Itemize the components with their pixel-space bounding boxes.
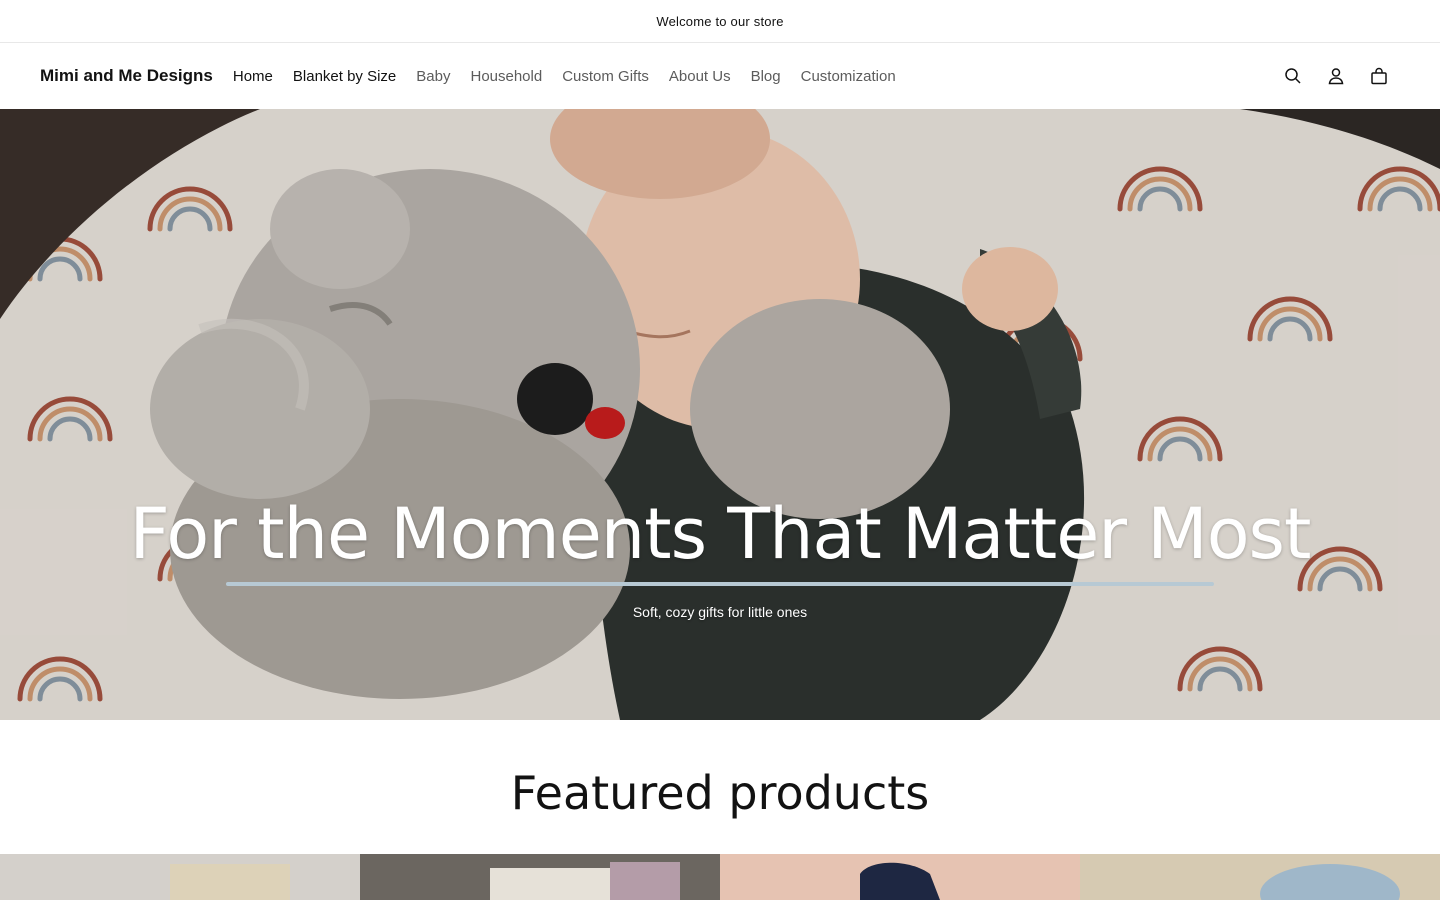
- main-nav: Home Blanket by Size Baby Household Cust…: [233, 68, 916, 85]
- brand-logo[interactable]: Mimi and Me Designs: [40, 66, 213, 86]
- nav-blog[interactable]: Blog: [751, 68, 781, 85]
- hero-overlay: [0, 109, 1440, 720]
- hero-title-underline: [226, 582, 1214, 586]
- account-button[interactable]: [1315, 55, 1357, 97]
- nav-home[interactable]: Home: [233, 68, 273, 85]
- site-header: Mimi and Me Designs Home Blanket by Size…: [0, 43, 1440, 109]
- announcement-text: Welcome to our store: [656, 13, 784, 29]
- search-icon: [1285, 68, 1301, 84]
- header-icons: [1271, 55, 1400, 97]
- nav-blanket-by-size[interactable]: Blanket by Size: [293, 68, 396, 85]
- search-button[interactable]: [1272, 55, 1314, 97]
- product-image-3: [720, 854, 1080, 900]
- cart-button[interactable]: [1358, 55, 1400, 97]
- hero-subtitle: Soft, cozy gifts for little ones: [632, 604, 808, 620]
- product-image-1: [0, 854, 360, 900]
- hero-content: For the Moments That Matter Most Soft, c…: [0, 489, 1440, 620]
- product-card-1[interactable]: [0, 854, 360, 900]
- product-card-3[interactable]: [720, 854, 1080, 900]
- account-icon: [1328, 68, 1344, 85]
- cart-icon: [1371, 67, 1387, 85]
- hero-banner: For the Moments That Matter Most Soft, c…: [0, 109, 1440, 720]
- nav-baby[interactable]: Baby: [416, 68, 450, 85]
- hero-title: For the Moments That Matter Most: [129, 493, 1312, 575]
- announcement-bar: Welcome to our store: [0, 0, 1440, 43]
- product-card-2[interactable]: [360, 854, 720, 900]
- product-card-4[interactable]: [1080, 854, 1440, 900]
- featured-products-heading: Featured products: [510, 766, 930, 820]
- product-image-2: [360, 854, 720, 900]
- nav-customization[interactable]: Customization: [801, 68, 896, 85]
- featured-products-grid: [0, 854, 1440, 900]
- nav-about-us[interactable]: About Us: [669, 68, 731, 85]
- product-image-4: [1080, 854, 1440, 900]
- nav-custom-gifts[interactable]: Custom Gifts: [562, 68, 649, 85]
- nav-household[interactable]: Household: [470, 68, 542, 85]
